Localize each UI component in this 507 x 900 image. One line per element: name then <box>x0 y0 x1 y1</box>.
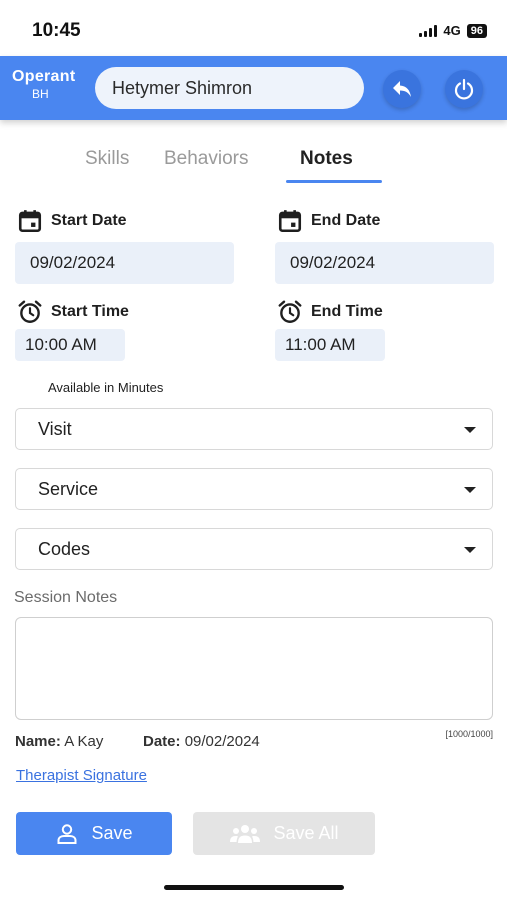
note-date: Date: 09/02/2024 <box>143 733 260 750</box>
note-author: Name: A Kay <box>15 733 103 750</box>
start-date-value: 09/02/2024 <box>30 253 116 272</box>
end-time-value: 11:00 AM <box>285 335 356 354</box>
save-button[interactable]: Save <box>16 812 172 855</box>
user-icon <box>57 823 77 844</box>
app-logo: Operant BH <box>12 68 96 101</box>
end-time-label: End Time <box>277 299 383 325</box>
caret-down-icon <box>464 427 476 433</box>
home-indicator <box>164 885 344 890</box>
calendar-icon <box>18 210 42 233</box>
session-notes-input[interactable] <box>15 617 493 720</box>
status-indicators: 4G 96 <box>419 23 487 38</box>
status-time: 10:45 <box>32 20 81 41</box>
name-label: Name: <box>15 733 61 750</box>
signal-icon <box>419 24 438 37</box>
tab-skills[interactable]: Skills <box>85 148 129 170</box>
therapist-signature-link[interactable]: Therapist Signature <box>16 767 147 784</box>
tab-notes[interactable]: Notes <box>300 148 353 170</box>
status-bar: 10:45 4G 96 <box>0 0 507 56</box>
end-date-field[interactable]: 09/02/2024 <box>275 242 494 284</box>
service-dropdown[interactable]: Service <box>15 468 493 510</box>
network-type: 4G <box>443 23 461 38</box>
client-name: Hetymer Shimron <box>112 77 253 98</box>
date-value: 09/02/2024 <box>184 733 260 750</box>
start-time-value: 10:00 AM <box>25 335 97 354</box>
codes-dropdown-value: Codes <box>38 538 91 559</box>
battery-icon: 96 <box>466 23 487 38</box>
name-value: A Kay <box>64 733 104 750</box>
end-time-text: End Time <box>311 303 383 320</box>
save-button-label: Save <box>91 823 133 843</box>
start-time-label: Start Time <box>17 299 129 325</box>
start-time-field[interactable]: 10:00 AM <box>15 329 125 361</box>
available-minutes-label: Available in Minutes <box>48 380 164 395</box>
visit-dropdown[interactable]: Visit <box>15 408 493 450</box>
client-selector[interactable]: Hetymer Shimron <box>95 67 364 109</box>
app-header: Operant BH Hetymer Shimron <box>0 56 507 120</box>
logo-subtitle: BH <box>32 87 49 101</box>
logout-button[interactable] <box>445 70 483 108</box>
power-icon <box>454 78 474 100</box>
date-label: Date: <box>143 733 181 750</box>
service-dropdown-value: Service <box>38 478 99 499</box>
save-all-button[interactable]: Save All <box>193 812 375 855</box>
end-date-label: End Date <box>277 208 380 234</box>
alarm-clock-icon <box>278 300 302 323</box>
active-tab-indicator <box>286 180 382 183</box>
character-count: [1000/1000] <box>445 729 493 739</box>
visit-dropdown-value: Visit <box>38 418 72 439</box>
start-date-field[interactable]: 09/02/2024 <box>15 242 234 284</box>
end-time-field[interactable]: 11:00 AM <box>275 329 385 361</box>
alarm-clock-icon <box>18 300 42 323</box>
logo-title: Operant <box>12 68 76 85</box>
reply-arrow-icon <box>393 81 411 97</box>
start-date-text: Start Date <box>51 212 127 229</box>
caret-down-icon <box>464 547 476 553</box>
session-notes-label: Session Notes <box>14 589 118 606</box>
calendar-icon <box>278 210 302 233</box>
caret-down-icon <box>464 487 476 493</box>
tab-behaviors[interactable]: Behaviors <box>164 148 249 170</box>
end-date-text: End Date <box>311 212 381 229</box>
codes-dropdown[interactable]: Codes <box>15 528 493 570</box>
tab-bar: Skills Behaviors Notes <box>0 140 507 184</box>
start-time-text: Start Time <box>51 303 129 320</box>
save-all-button-label: Save All <box>273 823 339 843</box>
users-group-icon <box>230 824 261 843</box>
back-button[interactable] <box>383 70 421 108</box>
start-date-label: Start Date <box>17 208 127 234</box>
end-date-value: 09/02/2024 <box>290 253 376 272</box>
